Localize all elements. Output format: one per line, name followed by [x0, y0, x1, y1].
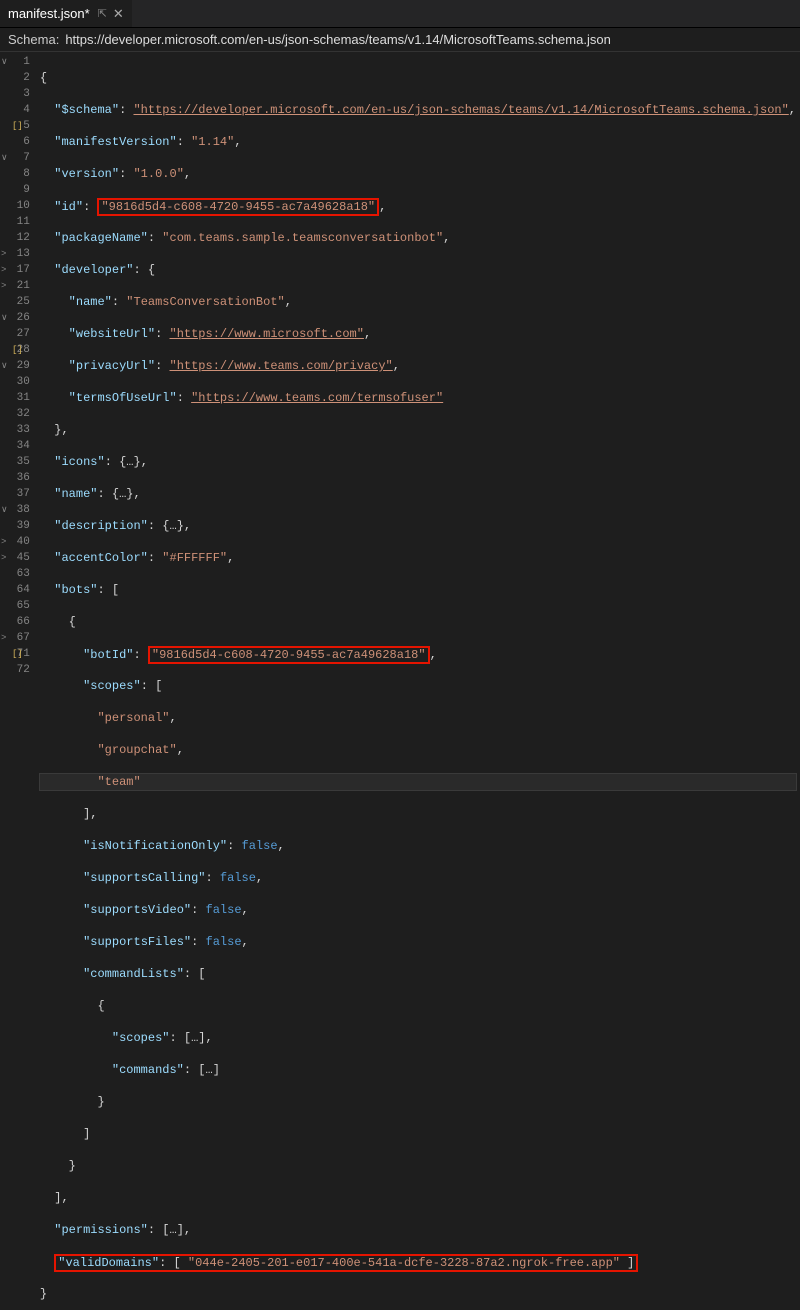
highlight-id: "9816d5d4-c608-4720-9455-ac7a49628a18" [97, 198, 379, 216]
line-number: 65 [2, 598, 30, 614]
line-number: 2 [2, 70, 30, 86]
line-number: 67> [2, 630, 30, 646]
highlight-validdomains: "validDomains": [ "044e-2405-201-e017-40… [54, 1254, 638, 1272]
line-number: 26∨ [2, 310, 30, 326]
fold-icon[interactable]: ∨ [1, 358, 8, 374]
fold-icon[interactable]: > [1, 534, 6, 550]
line-number: 3 [2, 86, 30, 102]
line-number: 29∨ [2, 358, 30, 374]
fold-icon[interactable]: > [1, 246, 6, 262]
line-number: 1∨ [2, 54, 30, 70]
line-number: 28[] [2, 342, 30, 358]
current-line: "team" [40, 774, 796, 790]
line-number: 4 [2, 102, 30, 118]
line-number: 64 [2, 582, 30, 598]
fold-icon[interactable]: ∨ [1, 54, 8, 70]
fold-icon[interactable]: > [1, 278, 6, 294]
line-number: 72 [2, 662, 30, 678]
line-number: 11 [2, 214, 30, 230]
line-number: 35 [2, 454, 30, 470]
fold-icon[interactable]: > [1, 262, 6, 278]
line-number: 21> [2, 278, 30, 294]
close-icon[interactable]: ✕ [113, 6, 124, 22]
fold-icon[interactable]: ∨ [1, 310, 8, 326]
pin-icon[interactable]: ⇱ [98, 7, 107, 20]
line-number: 71[] [2, 646, 30, 662]
line-number: 6 [2, 134, 30, 150]
editor-tab[interactable]: manifest.json* ⇱ ✕ [0, 0, 132, 27]
line-number: 38∨ [2, 502, 30, 518]
line-number: 10 [2, 198, 30, 214]
highlight-botid: "9816d5d4-c608-4720-9455-ac7a49628a18" [148, 646, 430, 664]
change-marker: [] [12, 342, 23, 358]
line-number: 39 [2, 518, 30, 534]
line-number: 33 [2, 422, 30, 438]
line-number: 66 [2, 614, 30, 630]
line-number: 32 [2, 406, 30, 422]
code-area[interactable]: { "$schema": "https://developer.microsof… [36, 52, 800, 655]
line-number: 7∨ [2, 150, 30, 166]
schema-url[interactable]: https://developer.microsoft.com/en-us/js… [65, 32, 611, 47]
line-number: 9 [2, 182, 30, 198]
fold-icon[interactable]: ∨ [1, 150, 8, 166]
line-number: 34 [2, 438, 30, 454]
line-number: 45> [2, 550, 30, 566]
change-marker: [] [12, 646, 23, 662]
line-number: 40> [2, 534, 30, 550]
line-number: 12 [2, 230, 30, 246]
line-number: 27 [2, 326, 30, 342]
schema-label: Schema: [8, 32, 59, 47]
tab-bar: manifest.json* ⇱ ✕ [0, 0, 800, 28]
fold-icon[interactable]: > [1, 630, 6, 646]
line-number: 13> [2, 246, 30, 262]
schema-bar: Schema: https://developer.microsoft.com/… [0, 28, 800, 52]
fold-icon[interactable]: > [1, 550, 6, 566]
tab-title: manifest.json* [8, 6, 90, 21]
line-number: 30 [2, 374, 30, 390]
line-number: 5[] [2, 118, 30, 134]
change-marker: [] [12, 118, 23, 134]
line-gutter: 1∨2345[]67∨8910111213>17>21>2526∨2728[]2… [0, 52, 36, 655]
line-number: 31 [2, 390, 30, 406]
code-editor[interactable]: 1∨2345[]67∨8910111213>17>21>2526∨2728[]2… [0, 52, 800, 655]
line-number: 25 [2, 294, 30, 310]
line-number: 17> [2, 262, 30, 278]
line-number: 8 [2, 166, 30, 182]
line-number: 37 [2, 486, 30, 502]
line-number: 63 [2, 566, 30, 582]
line-number: 36 [2, 470, 30, 486]
fold-icon[interactable]: ∨ [1, 502, 8, 518]
